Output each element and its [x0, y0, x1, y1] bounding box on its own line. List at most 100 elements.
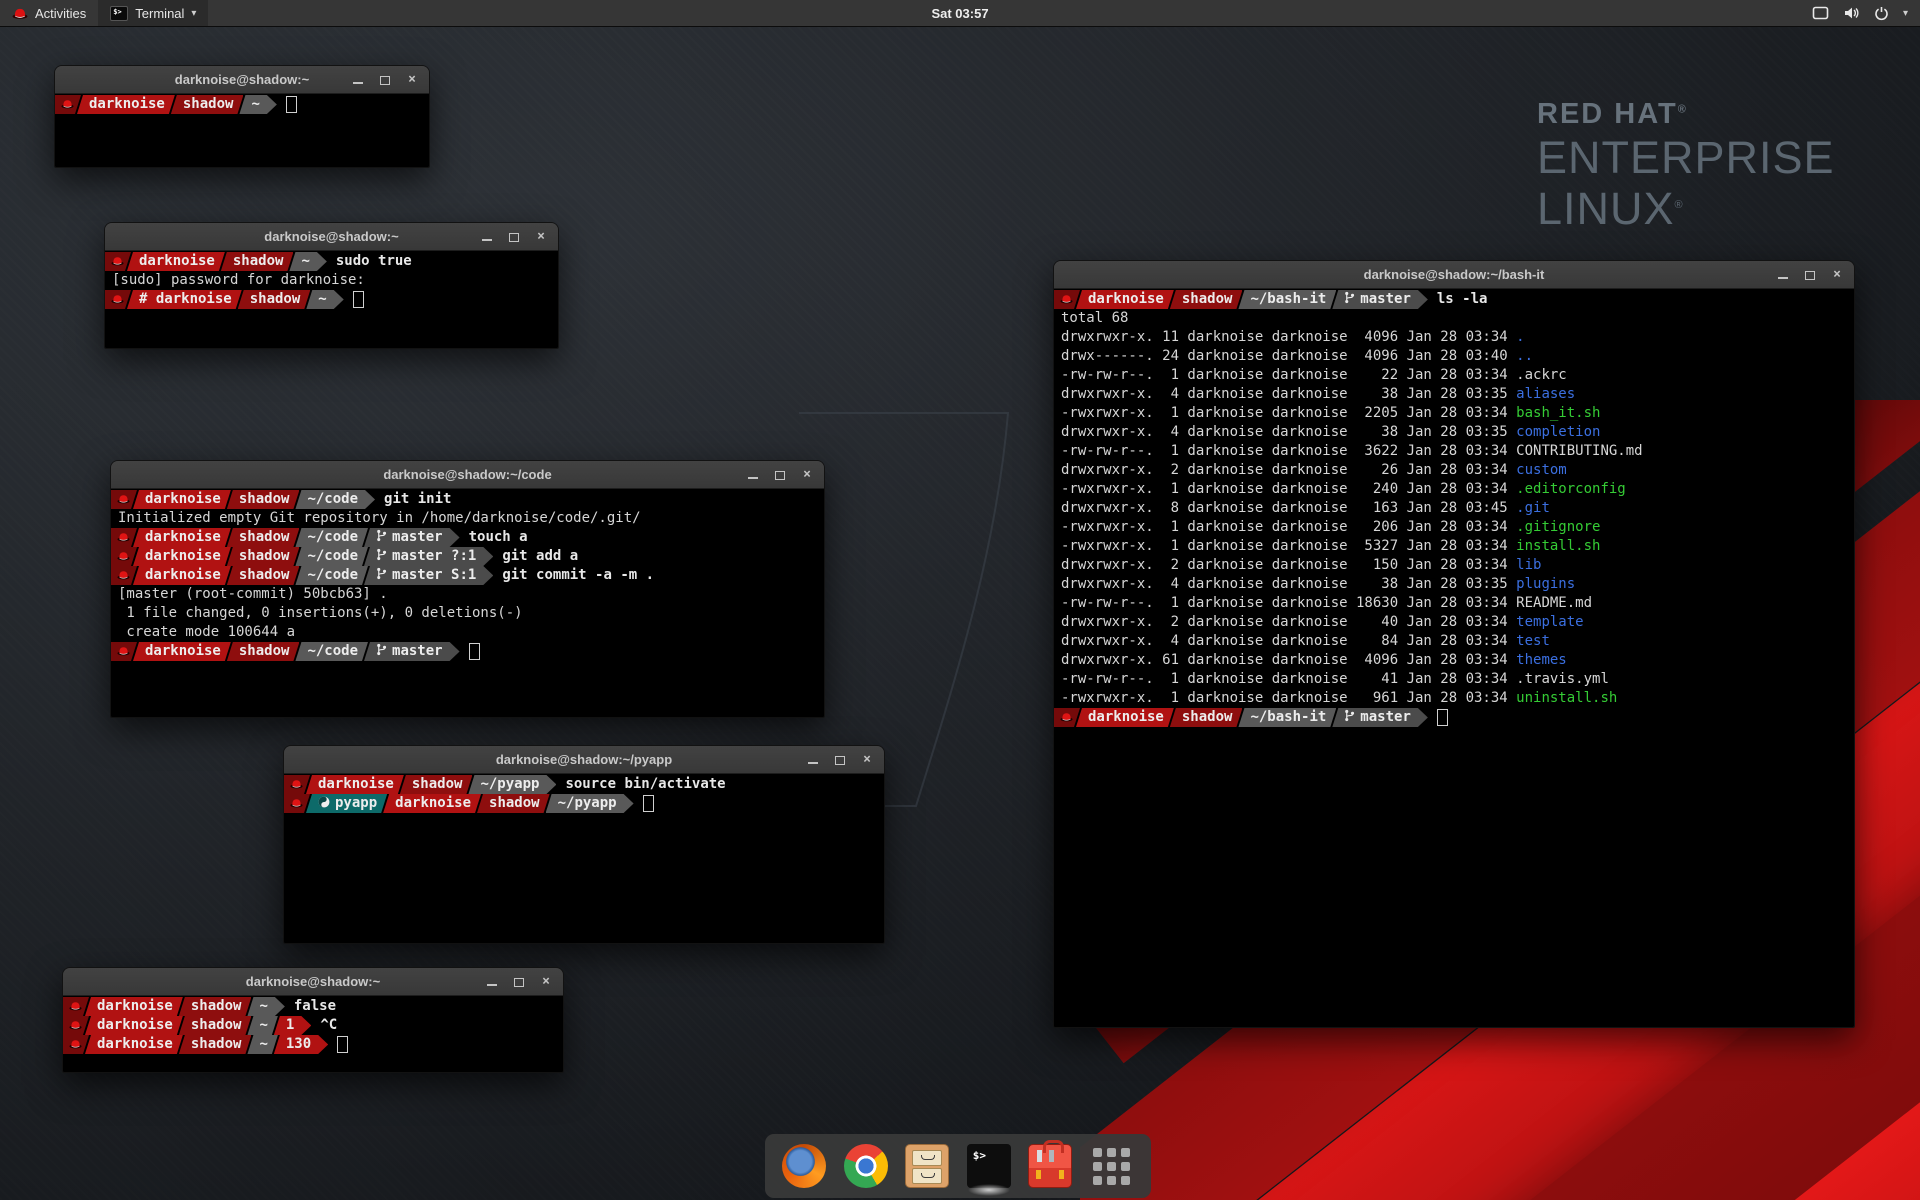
minimize-button[interactable] [481, 231, 493, 243]
volume-icon[interactable] [1843, 6, 1860, 20]
activities-button[interactable]: Activities [0, 0, 98, 26]
close-button[interactable]: × [540, 976, 552, 988]
output-line: drwxrwxr-x. 8 darknoise darknoise 163 Ja… [1054, 499, 1854, 518]
minimize-button[interactable] [747, 469, 759, 481]
prompt-segment-path: ~ [306, 290, 343, 309]
redhat-icon [69, 1001, 82, 1011]
window-titlebar[interactable]: darknoise@shadow:~× [63, 968, 563, 996]
prompt-segment-icon [1054, 708, 1080, 727]
prompt-segment-user: darknoise [1076, 708, 1174, 727]
prompt-segment-user: darknoise [133, 490, 231, 509]
window-titlebar[interactable]: darknoise@shadow:~/code× [111, 461, 824, 489]
terminal-body[interactable]: darknoiseshadow~sudo true[sudo] password… [105, 251, 558, 348]
output-line: drwxrwxr-x. 4 darknoise darknoise 38 Jan… [1054, 423, 1854, 442]
power-icon[interactable] [1874, 6, 1889, 21]
prompt-segment-path: ~ [289, 252, 326, 271]
output-line: 1 file changed, 0 insertions(+), 0 delet… [111, 604, 824, 623]
ls-filename: .. [1516, 348, 1533, 364]
terminal-body[interactable]: darknoiseshadow~falsedarknoiseshadow~1^C… [63, 996, 563, 1072]
output-line: [sudo] password for darknoise: [105, 271, 558, 290]
close-button[interactable]: × [406, 74, 418, 86]
prompt-segment-user: darknoise [383, 794, 481, 813]
dock-item-files[interactable] [904, 1143, 950, 1189]
minimize-button[interactable] [352, 74, 364, 86]
terminal-cursor [353, 291, 364, 308]
minimize-button[interactable] [807, 754, 819, 766]
prompt-segment-git: master [1332, 290, 1428, 309]
prompt-segment-path: ~/pyapp [546, 794, 634, 813]
git-branch-icon [376, 643, 387, 656]
close-button[interactable]: × [535, 231, 547, 243]
prompt-segment-git: master S:1 [364, 566, 493, 585]
terminal-body[interactable]: darknoiseshadow~/bash-itmasterls -latota… [1054, 289, 1854, 1027]
command-text: source bin/activate [565, 776, 725, 792]
maximize-button[interactable] [1804, 269, 1816, 281]
prompt-segment-user: darknoise [127, 252, 225, 271]
terminal-cursor [286, 96, 297, 113]
prompt-segment-user: darknoise [133, 566, 231, 585]
git-branch-icon [1344, 709, 1355, 722]
prompt-segment-path: ~/code [295, 566, 368, 585]
redhat-icon [12, 7, 28, 20]
ls-filename: .gitignore [1516, 519, 1600, 535]
prompt-line: darknoiseshadow~/pyappsource bin/activat… [284, 775, 884, 794]
app-grid-icon [1090, 1144, 1134, 1188]
output-text: 1 file changed, 0 insertions(+), 0 delet… [111, 605, 523, 621]
ls-row-text: -rwxrwxr-x. 1 darknoise darknoise 206 Ja… [1054, 519, 1516, 535]
prompt-segment-exit: 1 [274, 1016, 311, 1035]
prompt-segment-path: ~/code [295, 547, 368, 566]
prompt-line: darknoiseshadow~/bash-itmaster [1054, 708, 1854, 727]
output-line: drwxrwxr-x. 61 darknoise darknoise 4096 … [1054, 651, 1854, 670]
output-line: drwxrwxr-x. 2 darknoise darknoise 40 Jan… [1054, 613, 1854, 632]
window-buttons: × [352, 74, 429, 86]
prompt-segment-path: ~ [239, 95, 276, 114]
close-button[interactable]: × [861, 754, 873, 766]
ls-filename: plugins [1516, 576, 1575, 592]
prompt-segment-path: ~/pyapp [468, 775, 556, 794]
maximize-button[interactable] [379, 74, 391, 86]
app-menu-terminal[interactable]: $> Terminal ▾ [98, 0, 208, 26]
window-titlebar[interactable]: darknoise@shadow:~× [105, 223, 558, 251]
close-button[interactable]: × [1831, 269, 1843, 281]
redhat-icon [69, 1020, 82, 1030]
minimize-button[interactable] [486, 976, 498, 988]
window-titlebar[interactable]: darknoise@shadow:~× [55, 66, 429, 94]
command-text: ^C [320, 1017, 337, 1033]
maximize-button[interactable] [834, 754, 846, 766]
ls-filename: aliases [1516, 386, 1575, 402]
dock-item-app-grid[interactable] [1089, 1143, 1135, 1189]
dock-item-terminal[interactable]: $> [966, 1143, 1012, 1189]
prompt-line: darknoiseshadow~ [55, 95, 429, 114]
terminal-body[interactable]: darknoiseshadow~/codegit initInitialized… [111, 489, 824, 717]
terminal-body[interactable]: darknoiseshadow~/pyappsource bin/activat… [284, 774, 884, 943]
prompt-segment-user: darknoise [77, 95, 175, 114]
maximize-button[interactable] [513, 976, 525, 988]
window-titlebar[interactable]: darknoise@shadow:~/pyapp× [284, 746, 884, 774]
prompt-segment-git: master [364, 528, 460, 547]
ls-filename: .editorconfig [1516, 481, 1626, 497]
clock[interactable]: Sat 03:57 [0, 6, 1920, 21]
maximize-button[interactable] [774, 469, 786, 481]
minimize-button[interactable] [1777, 269, 1789, 281]
prompt-segment-git: master [1332, 708, 1428, 727]
dock-item-firefox[interactable] [781, 1143, 827, 1189]
ls-row-text: -rwxrwxr-x. 1 darknoise darknoise 5327 J… [1054, 538, 1516, 554]
window-titlebar[interactable]: darknoise@shadow:~/bash-it× [1054, 261, 1854, 289]
close-button[interactable]: × [801, 469, 813, 481]
system-menu-chevron-icon[interactable]: ▾ [1903, 8, 1908, 19]
terminal-window: darknoise@shadow:~/pyapp×darknoiseshadow… [283, 745, 885, 944]
maximize-button[interactable] [508, 231, 520, 243]
prompt-segment-icon [111, 528, 137, 547]
screen-icon[interactable] [1812, 6, 1829, 20]
dock-item-toolbox[interactable] [1027, 1143, 1073, 1189]
terminal-body[interactable]: darknoiseshadow~ [55, 94, 429, 167]
ls-filename: template [1516, 614, 1583, 630]
prompt-segment-path: ~/bash-it [1238, 290, 1336, 309]
dock-item-chrome[interactable] [843, 1143, 889, 1189]
output-text: [sudo] password for darknoise: [105, 272, 365, 288]
logo-line3: LINUX [1537, 183, 1675, 234]
output-line: drwxrwxr-x. 4 darknoise darknoise 38 Jan… [1054, 385, 1854, 404]
prompt-segment-user: darknoise [1076, 290, 1174, 309]
redhat-icon [117, 551, 130, 561]
terminal-cursor [337, 1036, 348, 1053]
